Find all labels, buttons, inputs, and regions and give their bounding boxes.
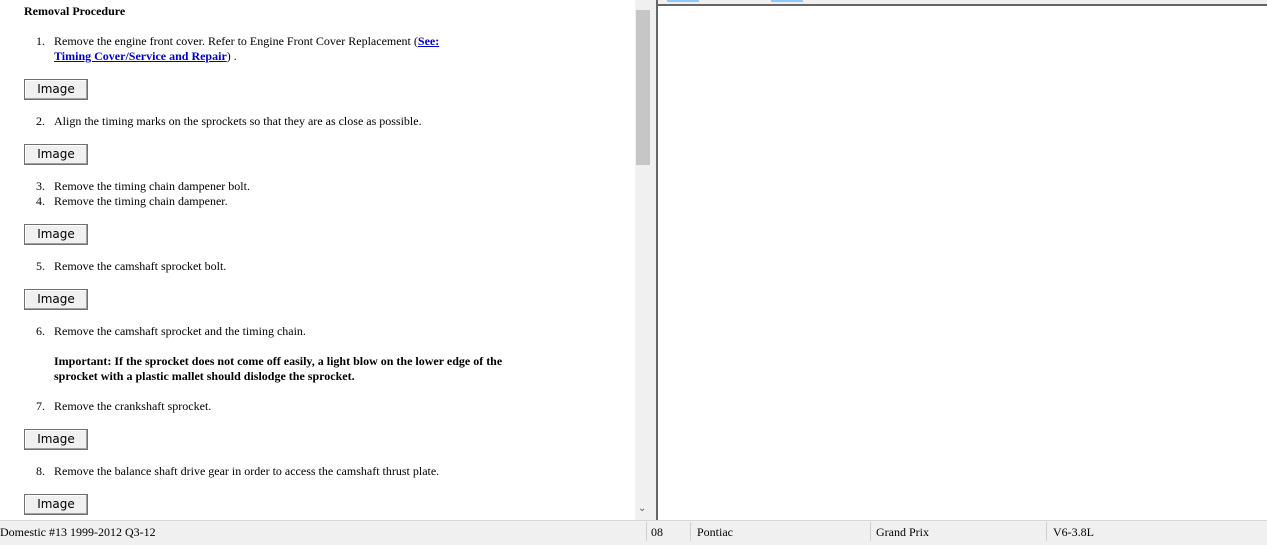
image-button-2[interactable]: Image bbox=[24, 144, 88, 165]
vertical-scrollbar[interactable]: ⌄ bbox=[635, 0, 651, 520]
status-database: Domestic #13 1999-2012 Q3-12 bbox=[0, 525, 156, 539]
pane-splitter[interactable] bbox=[651, 0, 658, 520]
procedure-pane: Removal Procedure 1. Remove the engine fr… bbox=[0, 0, 635, 520]
step-number: 1. bbox=[36, 34, 45, 48]
status-engine: V6-3.8L bbox=[1053, 525, 1094, 539]
image-button-4[interactable]: Image bbox=[24, 289, 88, 310]
step-text: Align the timing marks on the sprockets … bbox=[54, 114, 422, 128]
see-link[interactable]: See: bbox=[418, 34, 439, 48]
step-number: 4. bbox=[36, 194, 45, 208]
step-4: 4. Remove the timing chain dampener. bbox=[36, 194, 516, 209]
scrollbar-thumb[interactable] bbox=[636, 10, 650, 165]
step-7: 7. Remove the crankshaft sprocket. bbox=[36, 399, 516, 414]
step-text: Remove the balance shaft drive gear in o… bbox=[54, 464, 440, 478]
status-make: Pontiac bbox=[697, 525, 733, 539]
section-heading: Removal Procedure bbox=[24, 4, 126, 18]
step-text: Remove the crankshaft sprocket. bbox=[54, 399, 212, 413]
step-1: 1. Remove the engine front cover. Refer t… bbox=[36, 34, 440, 63]
step-number: 2. bbox=[36, 114, 45, 128]
timing-cover-link[interactable]: Timing Cover/Service and Repair bbox=[54, 49, 227, 63]
image-button-1[interactable]: Image bbox=[24, 79, 88, 100]
step-text: Remove the timing chain dampener bolt. bbox=[54, 179, 250, 193]
status-model: Grand Prix bbox=[876, 525, 929, 539]
image-pane bbox=[658, 0, 1267, 520]
step-number: 5. bbox=[36, 259, 45, 273]
step-number: 6. bbox=[36, 324, 45, 338]
step-8: 8. Remove the balance shaft drive gear in… bbox=[36, 464, 516, 479]
step-number: 8. bbox=[36, 464, 45, 478]
step-6: 6. Remove the camshaft sprocket and the t… bbox=[36, 324, 516, 339]
scroll-down-icon[interactable]: ⌄ bbox=[638, 503, 646, 514]
step-2: 2. Align the timing marks on the sprocket… bbox=[36, 114, 516, 129]
step-number: 7. bbox=[36, 399, 45, 413]
status-bar: Domestic #13 1999-2012 Q3-12 08 Pontiac … bbox=[0, 520, 1267, 545]
image-button-3[interactable]: Image bbox=[24, 224, 88, 245]
image-button-5[interactable]: Image bbox=[24, 429, 88, 450]
timing-chain-diagram bbox=[658, 0, 1267, 520]
step-text: Remove the camshaft sprocket and the tim… bbox=[54, 324, 306, 338]
step-number: 3. bbox=[36, 179, 45, 193]
important-note: Important: If the sprocket does not come… bbox=[54, 354, 503, 383]
step-3: 3. Remove the timing chain dampener bolt. bbox=[36, 179, 516, 194]
step-text-end: ) . bbox=[226, 49, 237, 63]
status-year: 08 bbox=[651, 525, 663, 539]
step-text: Remove the camshaft sprocket bolt. bbox=[54, 259, 227, 273]
step-text: Remove the engine front cover. Refer to … bbox=[54, 34, 414, 48]
step-5: 5. Remove the camshaft sprocket bolt. bbox=[36, 259, 516, 274]
image-button-6[interactable]: Image bbox=[24, 494, 88, 515]
step-text: Remove the timing chain dampener. bbox=[54, 194, 228, 208]
